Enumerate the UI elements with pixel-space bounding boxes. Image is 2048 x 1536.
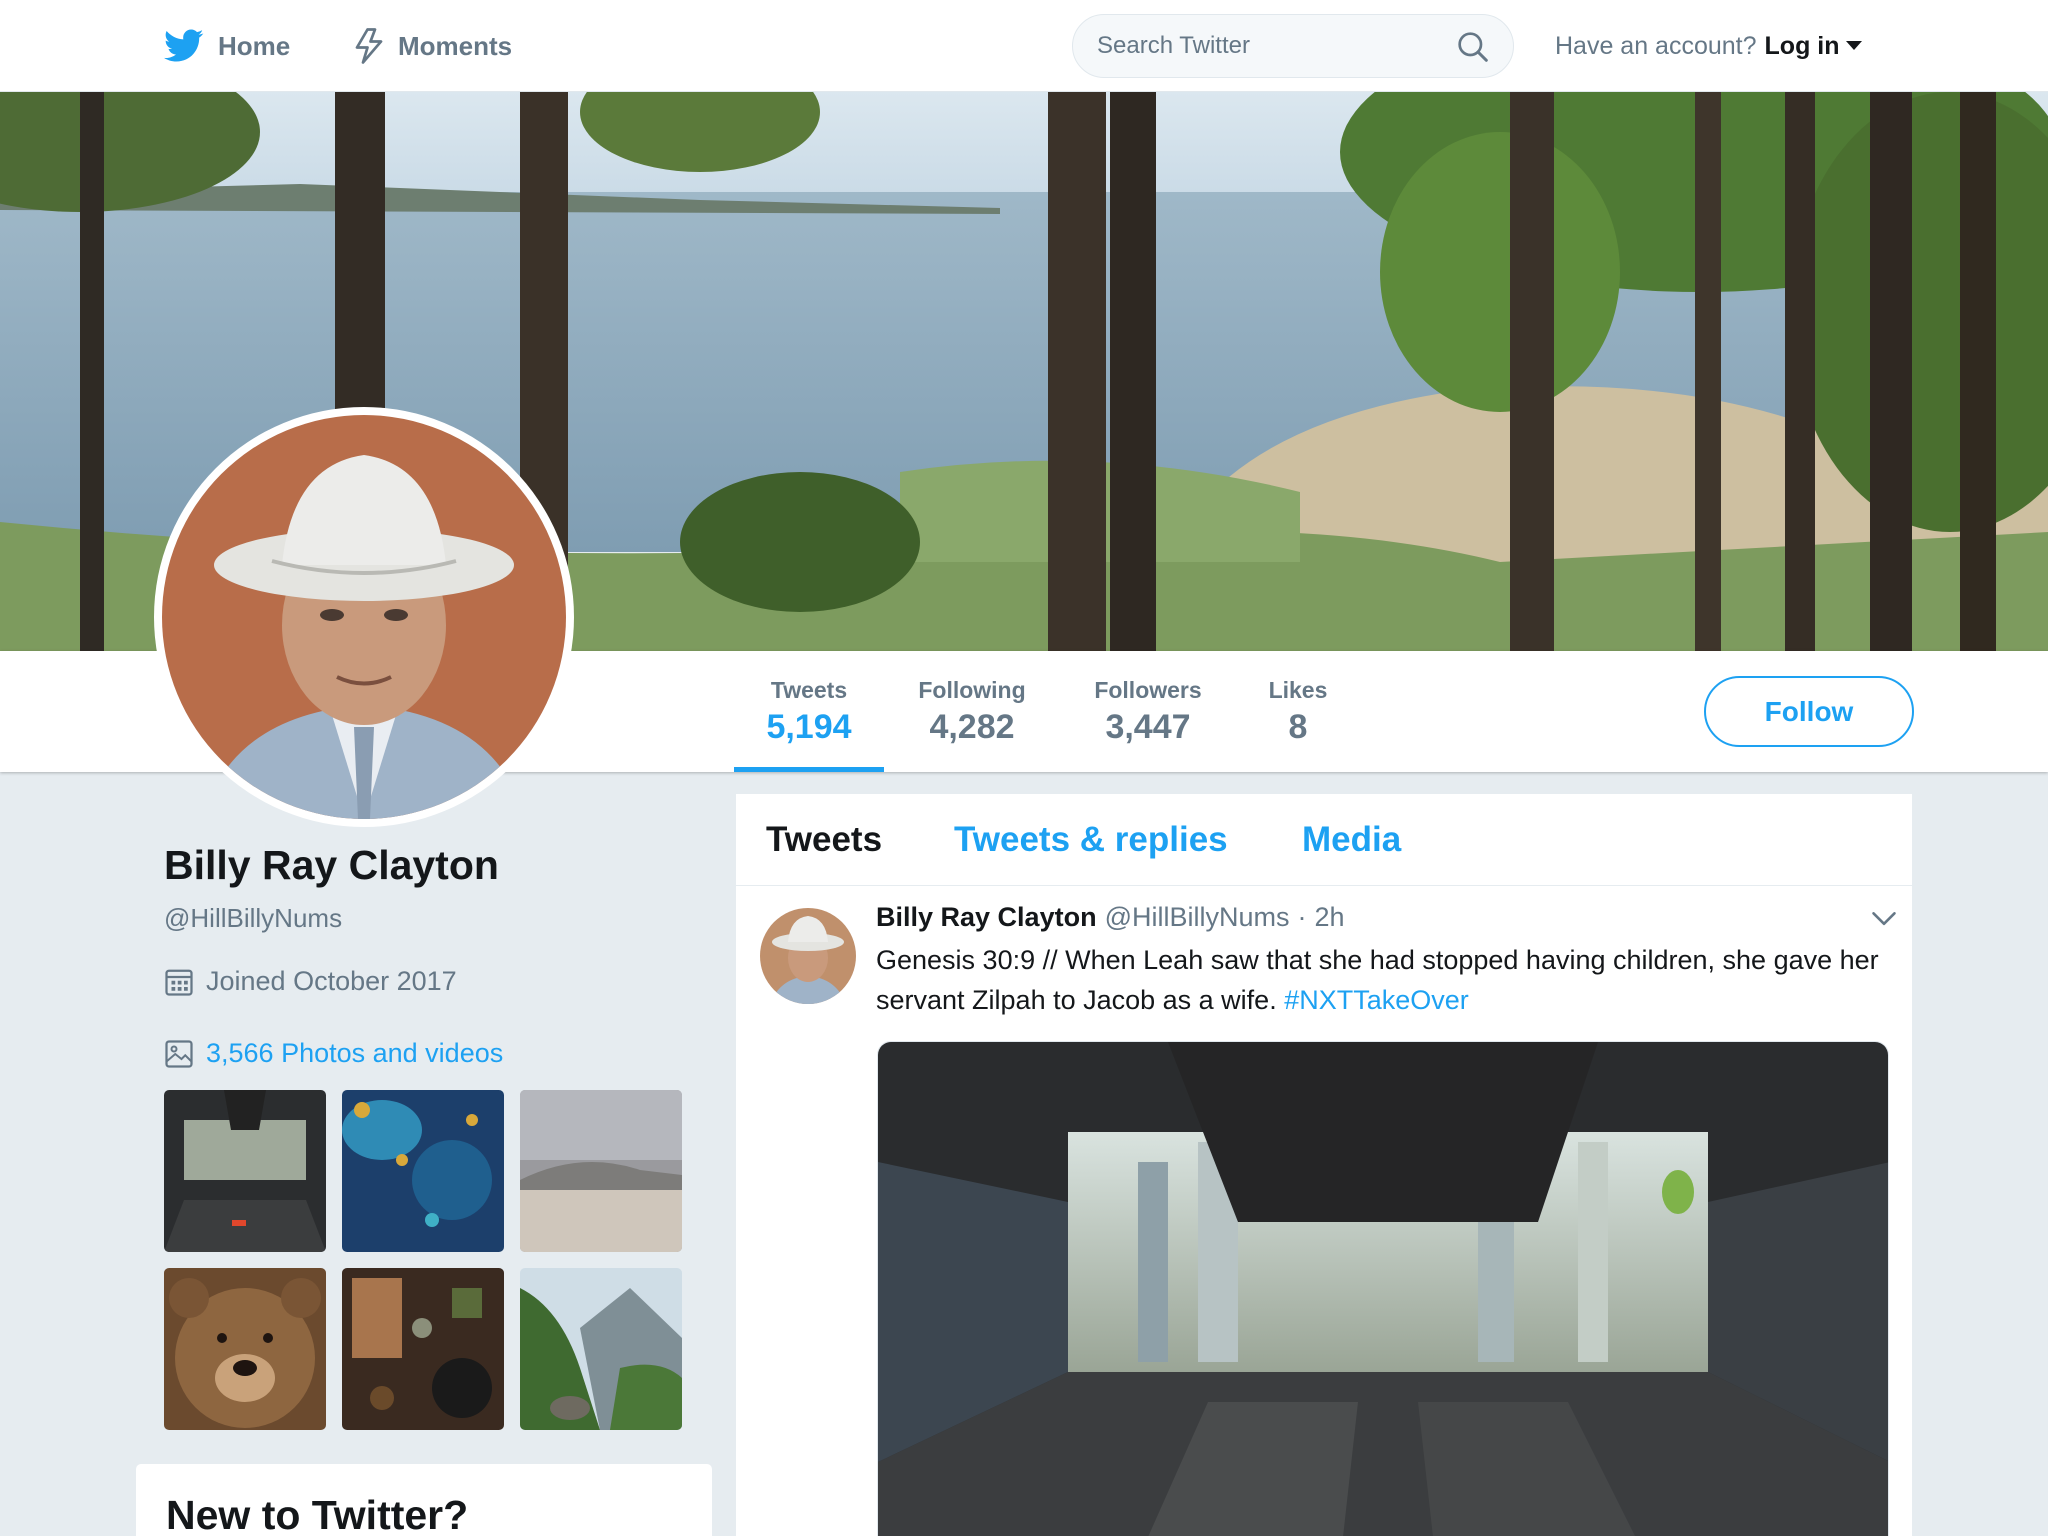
tweet-separator: · (1297, 902, 1307, 932)
nav-moments[interactable]: Moments (354, 0, 512, 92)
tweet-hashtag-link[interactable]: #NXTTakeOver (1284, 985, 1469, 1015)
joined-text: Joined October 2017 (206, 966, 457, 996)
signup-title: New to Twitter? (166, 1492, 469, 1536)
search-input[interactable] (1097, 15, 1437, 77)
photo-thumbnail-bear[interactable] (164, 1268, 326, 1430)
stat-followers-value: 3,447 (1105, 708, 1191, 746)
have-account-text: Have an account? (1555, 31, 1757, 60)
tweet-author-name[interactable]: Billy Ray Clayton (876, 902, 1097, 933)
stat-likes-value: 8 (1288, 708, 1308, 746)
avatar-image (162, 415, 566, 819)
photo-thumbnail-ocean[interactable] (342, 1090, 504, 1252)
tweet-header: Billy Ray Clayton @HillBillyNums · 2h (876, 902, 1345, 933)
login-area: Have an account? Log in (1555, 0, 1862, 92)
profile-avatar[interactable] (154, 407, 574, 827)
stat-followers-label: Followers (1094, 677, 1202, 703)
tweet-author-handle[interactable]: @HillBillyNums (1105, 902, 1290, 933)
twitter-bird-icon (164, 29, 204, 62)
login-dropdown[interactable]: Log in (1765, 32, 1862, 61)
stat-likes-label: Likes (1268, 677, 1328, 703)
chevron-down-icon[interactable] (1870, 904, 1898, 932)
nav-moments-label: Moments (398, 30, 513, 61)
tweet-avatar[interactable] (760, 908, 856, 1004)
stat-tweets[interactable]: Tweets 5,194 (734, 651, 884, 772)
photos-videos-label: 3,566 Photos and videos (206, 1038, 504, 1068)
login-label: Log in (1764, 31, 1840, 60)
photo-thumbnail-corridor[interactable] (164, 1090, 326, 1252)
stat-following[interactable]: Following 4,282 (900, 651, 1044, 772)
profile-screen-name[interactable]: @HillBillyNums (164, 903, 342, 934)
caret-down-icon (1845, 41, 1862, 50)
stat-likes[interactable]: Likes 8 (1248, 651, 1348, 772)
stat-tweets-value: 5,194 (766, 708, 852, 746)
stat-followers[interactable]: Followers 3,447 (1078, 651, 1218, 772)
top-navigation: Home Moments Have an account? Log in (0, 0, 2048, 92)
tweet-media-image[interactable] (877, 1041, 1889, 1536)
follow-button[interactable]: Follow (1704, 676, 1914, 747)
lightning-icon (355, 28, 383, 64)
image-icon (165, 1039, 193, 1068)
tweet-timestamp[interactable]: 2h (1314, 902, 1344, 933)
timeline: Tweets Tweets & replies Media Billy Ray … (736, 794, 1912, 1536)
signup-module: New to Twitter? (136, 1464, 712, 1536)
stat-tweets-label: Tweets (770, 677, 848, 703)
joined-date: Joined October 2017 (164, 966, 457, 997)
stat-following-value: 4,282 (929, 708, 1015, 746)
photo-thumbnail-beach[interactable] (520, 1090, 682, 1252)
search-box (1072, 14, 1514, 78)
tweet-text: Genesis 30:9 // When Leah saw that she h… (876, 940, 1886, 1020)
timeline-tabs: Tweets Tweets & replies Media (736, 794, 1912, 886)
tab-tweets-and-replies[interactable]: Tweets & replies (954, 820, 1228, 860)
stat-following-label: Following (918, 677, 1026, 703)
calendar-icon (165, 969, 193, 996)
photo-thumbnail-kitchen[interactable] (342, 1268, 504, 1430)
nav-home[interactable]: Home (164, 0, 290, 92)
photos-videos-link[interactable]: 3,566 Photos and videos (164, 1038, 503, 1069)
photo-thumbnail-mountains[interactable] (520, 1268, 682, 1430)
tab-media[interactable]: Media (1302, 820, 1401, 860)
nav-home-label: Home (218, 30, 291, 61)
profile-full-name[interactable]: Billy Ray Clayton (164, 842, 499, 889)
tab-tweets[interactable]: Tweets (766, 820, 882, 860)
search-icon[interactable] (1457, 31, 1489, 63)
